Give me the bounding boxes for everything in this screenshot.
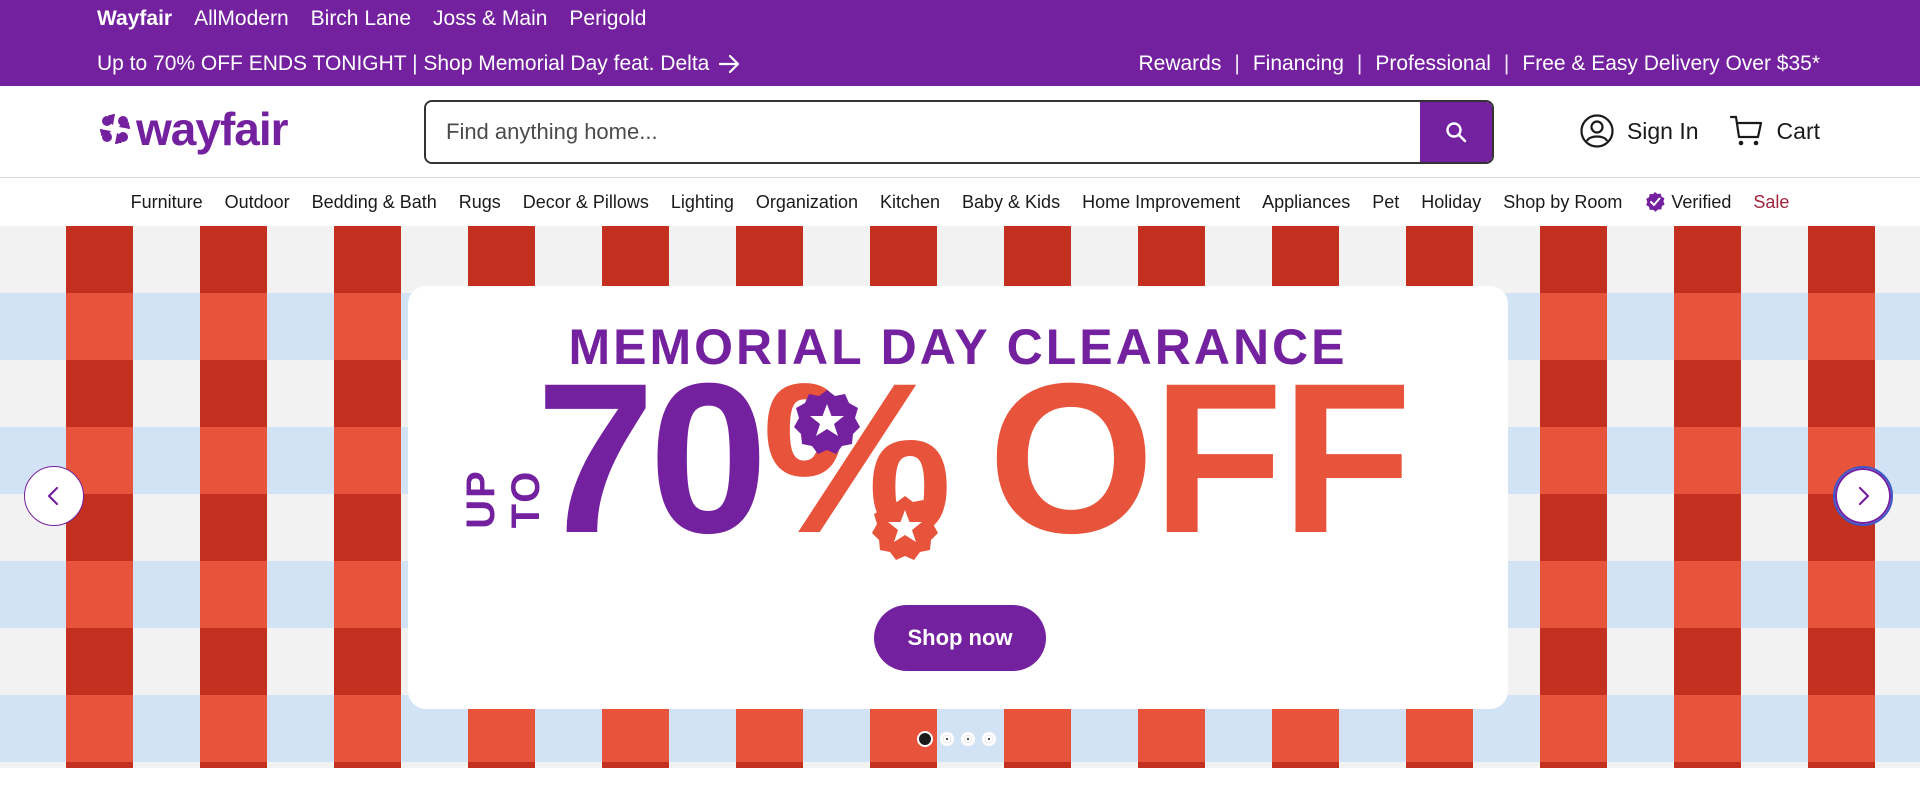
logo-wordmark: wayfair <box>136 103 289 155</box>
search-input[interactable] <box>426 102 1420 162</box>
nav-item-furniture[interactable]: Furniture <box>131 192 203 213</box>
promo-banner-link[interactable]: Up to 70% OFF ENDS TONIGHT | Shop Memori… <box>97 52 741 76</box>
brand-link-wayfair[interactable]: Wayfair <box>97 7 172 31</box>
cart-button[interactable]: Cart <box>1729 113 1820 149</box>
carousel-dot-4[interactable] <box>982 732 996 746</box>
nav-item-organization[interactable]: Organization <box>756 192 858 213</box>
sign-in-label: Sign In <box>1626 117 1699 144</box>
site-header: wayfair Sign In Cart <box>0 86 1920 178</box>
carousel-dot-3[interactable] <box>961 732 975 746</box>
carousel-dot-2[interactable] <box>940 732 954 746</box>
nav-item-decor-pillows[interactable]: Decor & Pillows <box>523 192 649 213</box>
professional-link[interactable]: Professional <box>1375 52 1491 76</box>
brand-link-perigold[interactable]: Perigold <box>569 7 646 31</box>
sign-in-button[interactable]: Sign In <box>1579 113 1699 149</box>
nav-item-shop-by-room[interactable]: Shop by Room <box>1503 192 1622 213</box>
verified-check-icon <box>1646 192 1665 212</box>
carousel-next-button[interactable] <box>1833 466 1893 526</box>
rewards-link[interactable]: Rewards <box>1138 52 1221 76</box>
promo-card: MEMORIAL DAY CLEARANCE UP TO 70% OFF Sho… <box>408 286 1508 709</box>
carousel-pagination <box>917 731 996 747</box>
brand-link-birch-lane[interactable]: Birch Lane <box>311 7 411 31</box>
category-nav: Furniture Outdoor Bedding & Bath Rugs De… <box>0 178 1920 226</box>
brand-link-joss-main[interactable]: Joss & Main <box>433 7 547 31</box>
arrow-right-icon <box>719 54 740 74</box>
header-actions: Sign In Cart <box>1579 113 1820 149</box>
nav-item-bedding-bath[interactable]: Bedding & Bath <box>312 192 437 213</box>
off-label: OFF <box>988 339 1412 578</box>
star-badge-icon <box>794 390 860 454</box>
nav-item-sale[interactable]: Sale <box>1753 192 1789 213</box>
cart-label: Cart <box>1776 117 1820 144</box>
search-button[interactable] <box>1420 102 1492 162</box>
brand-switcher: Wayfair AllModern Birch Lane Joss & Main… <box>97 7 646 31</box>
shop-now-button[interactable]: Shop now <box>874 605 1046 671</box>
carousel-dot-1[interactable] <box>917 731 933 747</box>
nav-item-holiday[interactable]: Holiday <box>1421 192 1481 213</box>
nav-item-rugs[interactable]: Rugs <box>459 192 501 213</box>
divider: | <box>1234 52 1240 75</box>
chevron-right-icon <box>1858 486 1870 506</box>
nav-item-pet[interactable]: Pet <box>1372 192 1399 213</box>
top-promo-bar: Wayfair AllModern Birch Lane Joss & Main… <box>0 0 1920 86</box>
search-icon <box>1446 122 1467 143</box>
star-badge-icon <box>872 496 938 560</box>
utility-links: Rewards | Financing | Professional | Fre… <box>1138 52 1820 76</box>
hero-carousel: MEMORIAL DAY CLEARANCE UP TO 70% OFF Sho… <box>0 226 1920 768</box>
cart-icon <box>1729 115 1762 146</box>
nav-item-outdoor[interactable]: Outdoor <box>225 192 290 213</box>
search-bar <box>424 100 1494 164</box>
wayfair-pinwheel-icon <box>100 114 130 144</box>
nav-item-lighting[interactable]: Lighting <box>671 192 734 213</box>
chevron-left-icon <box>47 486 59 506</box>
account-icon <box>1580 114 1614 148</box>
carousel-prev-button[interactable] <box>24 466 84 526</box>
brand-link-allmodern[interactable]: AllModern <box>194 7 289 31</box>
discount-number: 70 <box>536 339 768 578</box>
divider: | <box>1356 52 1363 75</box>
verified-label: Verified <box>1671 191 1732 212</box>
nav-item-baby-kids[interactable]: Baby & Kids <box>962 192 1060 213</box>
promo-text: Up to 70% OFF ENDS TONIGHT | Shop Memori… <box>97 52 710 75</box>
free-delivery-link[interactable]: Free & Easy Delivery Over $35* <box>1522 52 1820 76</box>
wayfair-logo[interactable]: wayfair <box>98 103 289 155</box>
nav-item-appliances[interactable]: Appliances <box>1262 192 1350 213</box>
nav-item-kitchen[interactable]: Kitchen <box>880 192 940 213</box>
financing-link[interactable]: Financing <box>1253 52 1344 76</box>
nav-item-home-improvement[interactable]: Home Improvement <box>1082 192 1240 213</box>
nav-item-verified[interactable]: Verified <box>1644 191 1731 213</box>
divider: | <box>1503 52 1510 75</box>
